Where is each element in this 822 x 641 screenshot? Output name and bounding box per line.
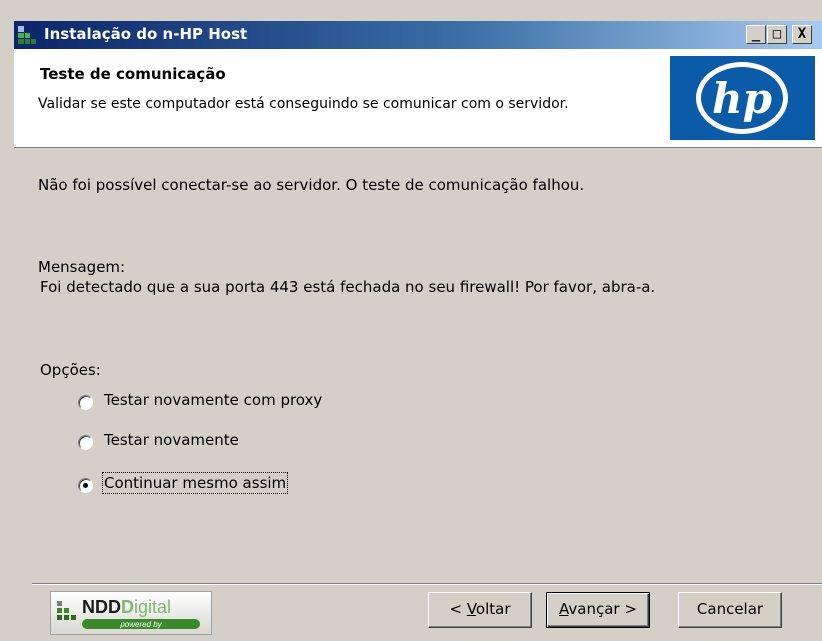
brand-rest: igital [134,597,171,617]
maximize-button[interactable]: □ [767,25,787,44]
next-button[interactable]: Avançar > [546,592,650,628]
back-mnemonic: V [466,600,476,618]
title-bar[interactable]: Instalação do n-HP Host _ □ X [14,21,822,49]
message-text: Foi detectado que a sua porta 443 está f… [40,278,656,296]
brand-d: D [121,597,134,617]
option-label[interactable]: Continuar mesmo assim [101,472,289,494]
page-title: Teste de comunicação [40,65,226,83]
back-label: oltar [475,600,511,618]
hp-logo-icon: hp [670,56,815,140]
window-title: Instalação do n-HP Host [44,25,248,43]
radio-dot [83,483,88,488]
svg-text:NDDDigital: NDDDigital [82,597,171,617]
hp-logo-text: hp [712,74,772,123]
status-text: Não foi possível conectar-se ao servidor… [38,176,585,194]
option-label[interactable]: Testar novamente com proxy [104,391,322,409]
radio-button[interactable] [78,395,93,410]
back-prefix: < [449,600,467,618]
brand-tagline: powered by [119,620,162,629]
radio-button-selected[interactable] [78,478,93,493]
radio-button[interactable] [78,435,93,450]
app-icon [18,26,36,44]
next-mnemonic: A [559,600,569,618]
minimize-button[interactable]: _ [746,25,766,44]
nddigital-logo: NDDDigital powered by [50,591,212,635]
options-label: Opções: [40,361,101,379]
option-label[interactable]: Testar novamente [104,431,239,449]
brand-bold: NDD [82,597,121,617]
back-button[interactable]: < Voltar [428,592,532,628]
next-label: vançar > [568,600,637,618]
message-label: Mensagem: [38,258,126,276]
wizard-header: Teste de comunicação Validar se este com… [14,49,822,148]
cancel-button[interactable]: Cancelar [678,592,782,628]
close-button[interactable]: X [792,25,812,44]
footer-divider [32,583,822,585]
installer-dialog: Instalação do n-HP Host _ □ X Teste de c… [0,0,822,641]
page-description: Validar se este computador está consegui… [38,96,569,112]
